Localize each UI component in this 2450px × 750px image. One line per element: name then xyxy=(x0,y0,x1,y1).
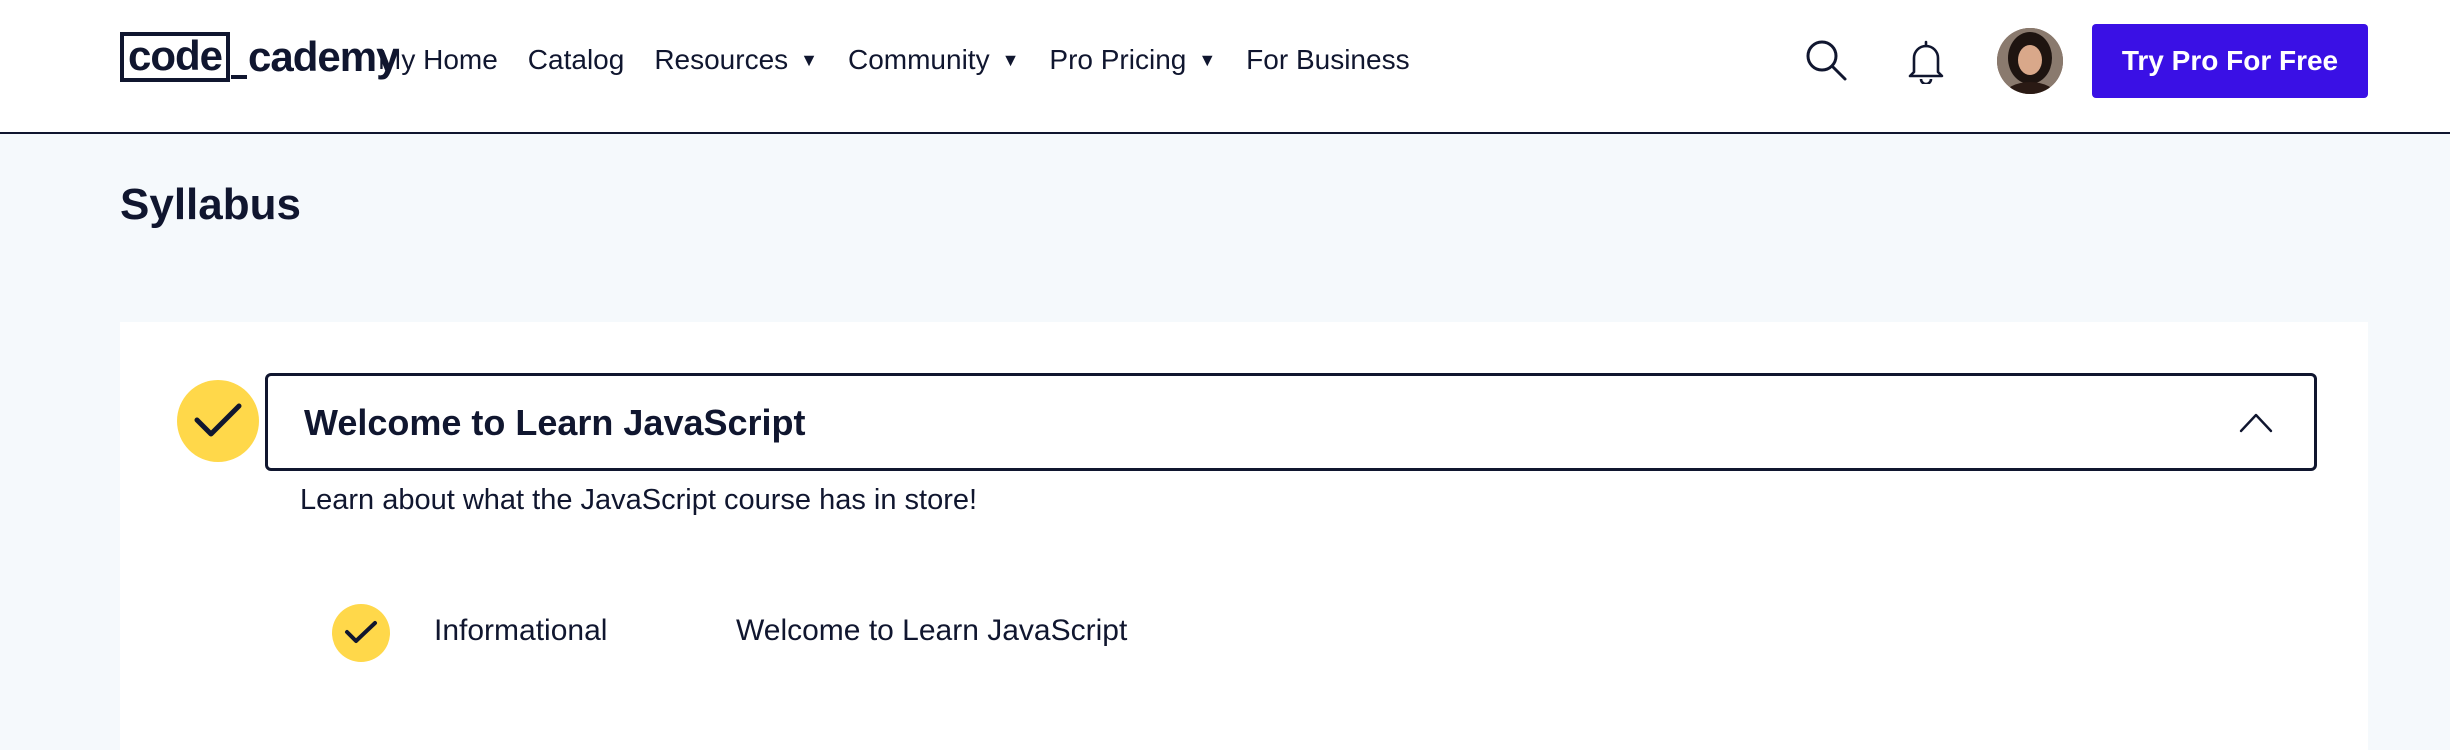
module-description: Learn about what the JavaScript course h… xyxy=(300,484,978,516)
logo-code-box: code xyxy=(120,32,231,82)
nav-my-home[interactable]: My Home xyxy=(378,44,498,76)
avatar-photo xyxy=(1997,28,2063,94)
caret-down-icon: ▼ xyxy=(1001,49,1020,70)
nav-label: For Business xyxy=(1246,44,1410,75)
user-avatar[interactable] xyxy=(1997,28,2063,94)
module-completed-check-icon xyxy=(177,380,259,462)
nav-label: Pro Pricing xyxy=(1049,44,1187,75)
codecademy-logo[interactable]: code cademy xyxy=(120,32,399,82)
nav-label: Community xyxy=(847,44,990,75)
nav-catalog[interactable]: Catalog xyxy=(528,44,625,76)
page-title: Syllabus xyxy=(120,180,301,229)
nav-for-business[interactable]: For Business xyxy=(1246,44,1409,76)
nav-community-dropdown[interactable]: Community ▼ xyxy=(848,44,1019,76)
main-nav: My Home Catalog Resources ▼ Community ▼ … xyxy=(378,38,1440,82)
nav-resources-dropdown[interactable]: Resources ▼ xyxy=(654,44,818,76)
caret-down-icon: ▼ xyxy=(1198,49,1217,70)
module-accordion-header[interactable]: Welcome to Learn JavaScript xyxy=(265,373,2317,471)
nav-pro-pricing-dropdown[interactable]: Pro Pricing ▼ xyxy=(1049,44,1216,76)
logo-wordmark: cademy xyxy=(248,33,399,80)
chevron-up-icon xyxy=(2239,413,2273,433)
nav-label: Catalog xyxy=(527,44,625,75)
lesson-item-link[interactable]: Welcome to Learn JavaScript xyxy=(736,614,1127,648)
module-title: Welcome to Learn JavaScript xyxy=(304,402,806,443)
nav-label: Resources xyxy=(654,44,789,75)
top-nav-bar: code cademy My Home Catalog Resources ▼ C… xyxy=(0,0,2450,134)
lesson-item-type: Informational xyxy=(434,614,608,647)
try-pro-for-free-button[interactable]: Try Pro For Free xyxy=(2092,24,2368,98)
caret-down-icon: ▼ xyxy=(800,49,818,70)
logo-cursor xyxy=(231,75,248,79)
nav-label: My Home xyxy=(378,44,498,75)
search-icon[interactable] xyxy=(1804,38,1848,82)
item-completed-check-icon xyxy=(332,604,390,662)
bell-icon[interactable] xyxy=(1906,40,1946,84)
